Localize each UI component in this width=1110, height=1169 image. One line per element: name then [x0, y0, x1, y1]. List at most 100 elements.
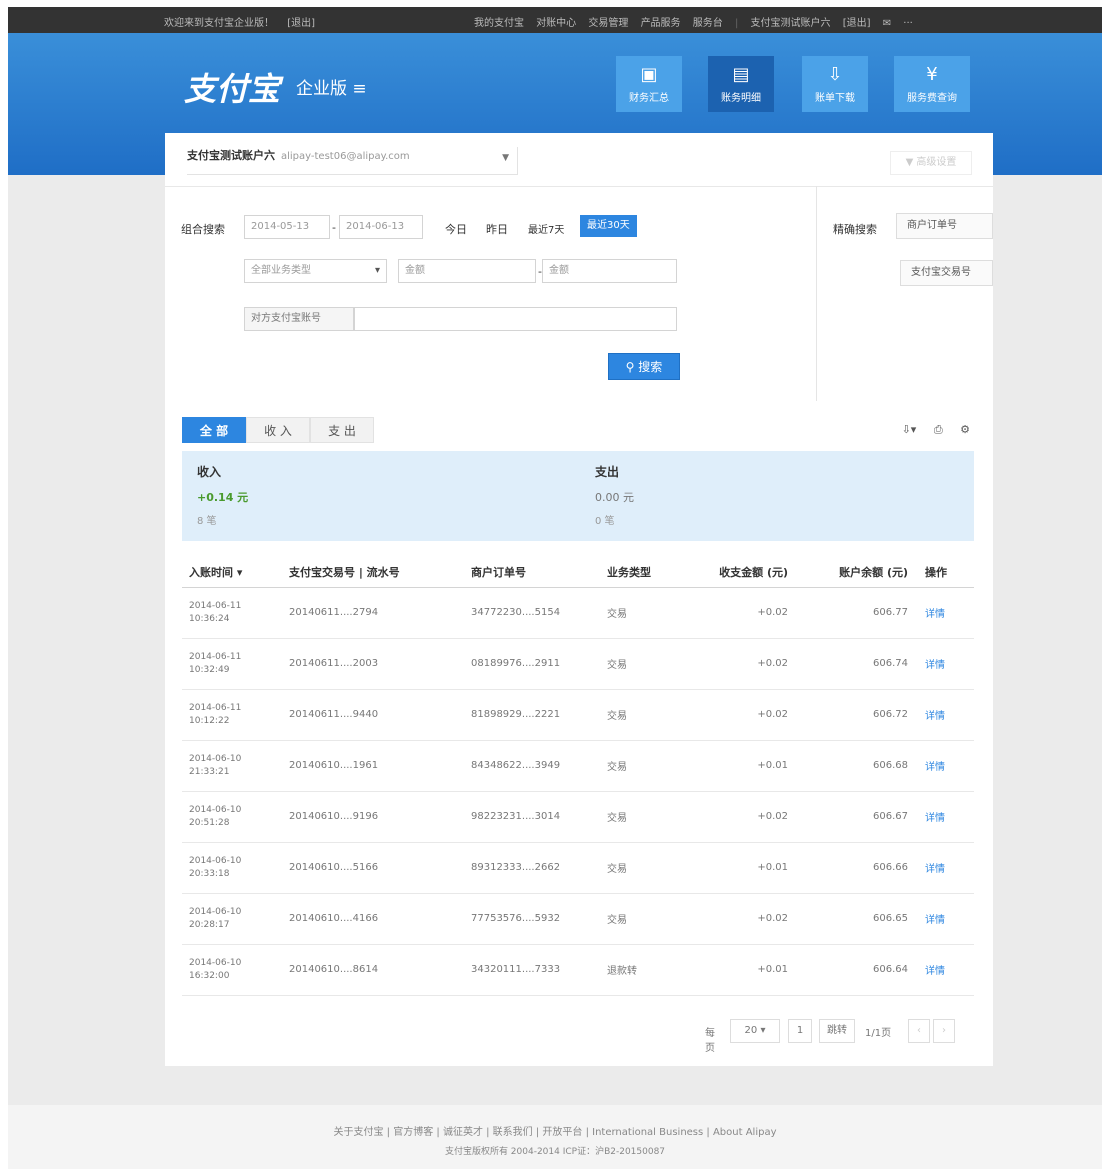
details-link[interactable]: 详情	[918, 638, 974, 690]
combo-search-label: 组合搜索	[181, 223, 225, 236]
time-cell: 2014-06-10 20:51:28	[182, 791, 282, 843]
exact-search-label: 精确搜索	[833, 223, 877, 236]
time-cell: 2014-06-10 16:32:00	[182, 944, 282, 996]
details-link[interactable]: 详情	[918, 689, 974, 741]
time-cell: 2014-06-10 20:28:17	[182, 893, 282, 945]
top-link-products[interactable]: 产品服务	[641, 18, 681, 29]
download-icon[interactable]: ⇩▾	[902, 423, 917, 436]
alipay-trade-no-button[interactable]: 支付宝交易号	[900, 260, 993, 286]
business-type-select[interactable]: 全部业务类型	[244, 259, 387, 283]
main-panel: 支付宝测试账户六 alipay-test06@alipay.com ▼ ▼ 高级设…	[165, 133, 993, 1066]
opponent-account-label: 对方支付宝账号	[244, 307, 354, 331]
type-cell: 交易	[600, 740, 690, 792]
footer-copyright: 支付宝版权所有 2004-2014 ICP证：沪B2-20150087	[444, 1147, 666, 1157]
order-no-cell: 34320111....7333	[464, 944, 600, 996]
details-link[interactable]: 详情	[918, 587, 974, 639]
table-row: 2014-06-10 16:32:00 20140610....8614 343201…	[182, 944, 974, 996]
type-cell: 交易	[600, 893, 690, 945]
alipay-logo[interactable]: 支付宝	[184, 64, 280, 110]
table-tools: ⇩▾ ⎙ ⚙	[888, 423, 970, 437]
document-icon: ▤	[732, 64, 750, 85]
exit-link[interactable]: [退出]	[843, 18, 871, 29]
type-cell: 交易	[600, 638, 690, 690]
date-end-input[interactable]: 2014-06-13	[339, 215, 423, 239]
next-page-button[interactable]: ›	[933, 1019, 955, 1043]
expense-summary: 支出 0.00 元 0 笔	[595, 465, 634, 527]
search-button[interactable]: ⚲ 搜索	[608, 353, 680, 380]
date-start-input[interactable]: 2014-05-13	[244, 215, 330, 239]
col-action: 操作	[918, 557, 974, 588]
account-select[interactable]: 支付宝测试账户六 alipay-test06@alipay.com ▼	[187, 147, 518, 175]
trade-no-cell: 20140611....9440	[282, 689, 464, 741]
type-cell: 交易	[600, 689, 690, 741]
nav-bill-download[interactable]: ⇩ 账单下载	[802, 56, 868, 112]
filter-tabs: 全 部 收 入 支 出 ⇩▾ ⎙ ⚙	[182, 417, 970, 443]
trade-no-cell: 20140611....2003	[282, 638, 464, 690]
search-icon: ⚲	[625, 360, 635, 374]
tab-expense[interactable]: 支 出	[310, 417, 374, 443]
nav-service-fee[interactable]: ¥ 服务费查询	[894, 56, 970, 112]
amount-max-input[interactable]: 金额	[542, 259, 677, 283]
amount-cell: +0.02	[690, 791, 798, 843]
table-row: 2014-06-11 10:12:22 20140611....9440 818989…	[182, 689, 974, 741]
trade-no-cell: 20140610....8614	[282, 944, 464, 996]
trade-no-cell: 20140610....5166	[282, 842, 464, 894]
quick-today[interactable]: 今日	[445, 221, 467, 237]
transactions-table: 入账时间 ▾ 支付宝交易号 | 流水号 商户订单号 业务类型 收支金额 (元) …	[182, 557, 974, 996]
nav-account-details[interactable]: ▤ 账务明细	[708, 56, 774, 112]
amount-cell: +0.01	[690, 944, 798, 996]
settings-button[interactable]: ▼ 高级设置	[890, 151, 972, 175]
top-link-service[interactable]: 服务台	[693, 18, 723, 29]
top-link-my-alipay[interactable]: 我的支付宝	[474, 18, 524, 29]
top-link-trade[interactable]: 交易管理	[588, 18, 628, 29]
account-name[interactable]: 支付宝测试账户六	[751, 18, 831, 29]
prev-page-button[interactable]: ‹	[908, 1019, 930, 1043]
trade-no-cell: 20140611....2794	[282, 587, 464, 639]
quick-30days[interactable]: 最近30天	[580, 215, 637, 237]
amount-cell: +0.02	[690, 587, 798, 639]
footer: 关于支付宝 | 官方博客 | 诚征英才 | 联系我们 | 开放平台 | Inte…	[8, 1105, 1102, 1169]
go-button[interactable]: 跳转	[819, 1019, 855, 1043]
quick-yesterday[interactable]: 昨日	[486, 221, 508, 237]
details-link[interactable]: 详情	[918, 842, 974, 894]
balance-cell: 606.65	[798, 893, 918, 945]
per-page-select[interactable]: 20 ▾	[730, 1019, 780, 1043]
top-link-reconcile[interactable]: 对账中心	[536, 18, 576, 29]
table-row: 2014-06-11 10:36:24 20140611....2794 347722…	[182, 587, 974, 639]
mail-icon[interactable]: ✉	[883, 18, 891, 29]
chevron-down-icon: ▼	[502, 153, 509, 163]
nav-financial-summary[interactable]: ▣ 财务汇总	[616, 56, 682, 112]
amount-cell: +0.01	[690, 740, 798, 792]
more-icon[interactable]: ···	[903, 18, 913, 29]
print-icon[interactable]: ⎙	[934, 423, 943, 436]
order-no-cell: 81898929....2221	[464, 689, 600, 741]
col-time[interactable]: 入账时间 ▾	[182, 557, 282, 588]
table-row: 2014-06-10 20:33:18 20140610....5166 893123…	[182, 842, 974, 894]
quick-7days[interactable]: 最近7天	[528, 221, 564, 236]
tab-all[interactable]: 全 部	[182, 417, 246, 443]
balance-cell: 606.64	[798, 944, 918, 996]
gear-icon[interactable]: ⚙	[960, 423, 970, 436]
details-link[interactable]: 详情	[918, 791, 974, 843]
opponent-account-input[interactable]	[354, 307, 677, 331]
details-link[interactable]: 详情	[918, 893, 974, 945]
order-no-cell: 34772230....5154	[464, 587, 600, 639]
order-no-cell: 08189976....2911	[464, 638, 600, 690]
merchant-order-button[interactable]: 商户订单号	[896, 213, 993, 239]
time-cell: 2014-06-10 21:33:21	[182, 740, 282, 792]
tab-income[interactable]: 收 入	[246, 417, 310, 443]
logout-link[interactable]: [退出]	[287, 18, 315, 29]
balance-cell: 606.67	[798, 791, 918, 843]
page-input[interactable]: 1	[788, 1019, 812, 1043]
table-row: 2014-06-10 20:51:28 20140610....9196 982232…	[182, 791, 974, 843]
welcome-text: 欢迎来到支付宝企业版！	[164, 18, 274, 29]
trade-no-cell: 20140610....1961	[282, 740, 464, 792]
footer-links[interactable]: 关于支付宝 | 官方博客 | 诚征英才 | 联系我们 | 开放平台 | Inte…	[8, 1123, 1102, 1138]
amount-min-input[interactable]: 金额	[398, 259, 536, 283]
summary-box: 收入 +0.14 元 8 笔 支出 0.00 元 0 笔	[182, 451, 974, 541]
details-link[interactable]: 详情	[918, 944, 974, 996]
details-link[interactable]: 详情	[918, 740, 974, 792]
time-cell: 2014-06-11 10:32:49	[182, 638, 282, 690]
col-order-no: 商户订单号	[464, 557, 600, 588]
order-no-cell: 89312333....2662	[464, 842, 600, 894]
